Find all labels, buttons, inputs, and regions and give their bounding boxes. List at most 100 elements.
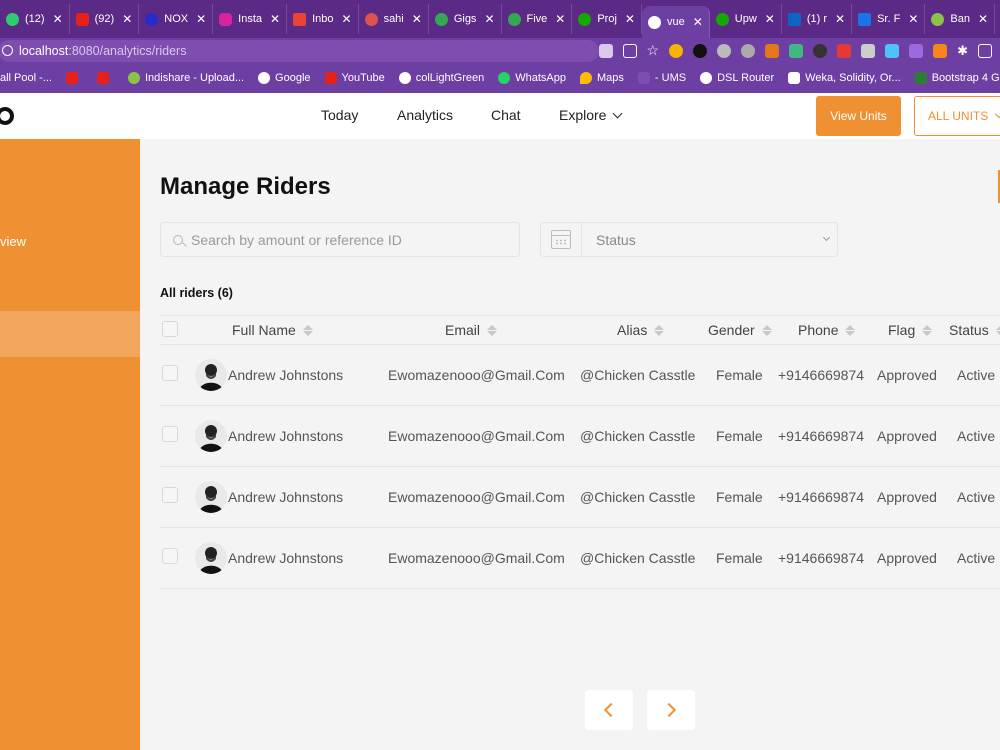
youtube-icon xyxy=(96,72,109,84)
table-row[interactable]: Andrew Johnstons Ewomazenooo@Gmail.Com @… xyxy=(160,406,1000,467)
share-icon[interactable] xyxy=(622,43,637,58)
cell-email: Ewomazenooo@Gmail.Com xyxy=(388,550,565,566)
row-checkbox[interactable] xyxy=(162,426,178,442)
table-row[interactable]: Andrew Johnstons Ewomazenooo@Gmail.Com @… xyxy=(160,345,1000,406)
browser-tab[interactable]: (1) r ✕ xyxy=(782,4,853,34)
extension-icon[interactable] xyxy=(909,43,924,58)
shield-icon[interactable] xyxy=(861,43,876,58)
close-icon[interactable]: ✕ xyxy=(53,12,63,26)
browser-tab[interactable]: Insta ✕ xyxy=(213,4,288,34)
close-icon[interactable]: ✕ xyxy=(484,12,494,26)
close-icon[interactable]: ✕ xyxy=(765,12,775,26)
all-units-dropdown[interactable]: ALL UNITS xyxy=(914,96,1000,136)
column-header-gender[interactable]: Gender xyxy=(708,322,772,338)
app-header: Today Analytics Chat Explore View Units … xyxy=(0,93,1000,139)
vue-devtools-icon[interactable] xyxy=(789,43,804,58)
select-all-checkbox[interactable] xyxy=(162,321,178,337)
column-header-status[interactable]: Status xyxy=(949,322,1000,338)
sort-icon xyxy=(487,324,498,336)
column-header-alias[interactable]: Alias xyxy=(617,322,665,338)
metamask-icon[interactable] xyxy=(933,43,948,58)
metamask-icon[interactable] xyxy=(765,43,780,58)
bookmark[interactable]: Weka, Solidity, Or... xyxy=(788,72,901,84)
extension-icon[interactable] xyxy=(813,43,828,58)
sidebar-item-overview[interactable]: view xyxy=(0,234,26,249)
camera-blocked-icon[interactable] xyxy=(598,43,613,58)
extension-icon[interactable] xyxy=(717,43,732,58)
bookmark[interactable]: WhatsApp xyxy=(498,72,566,84)
close-icon[interactable]: ✕ xyxy=(412,12,422,26)
close-icon[interactable]: ✕ xyxy=(693,15,703,29)
info-icon[interactable] xyxy=(2,45,13,56)
bookmark-icon xyxy=(127,72,140,84)
nav-today[interactable]: Today xyxy=(321,107,358,123)
bookmark[interactable]: colLightGreen xyxy=(398,72,484,84)
close-icon[interactable]: ✕ xyxy=(122,12,132,26)
chevron-down-icon xyxy=(995,109,1000,119)
bookmark[interactable]: DSL Router xyxy=(700,72,774,84)
row-checkbox[interactable] xyxy=(162,365,178,381)
close-icon[interactable]: ✕ xyxy=(342,12,352,26)
browser-tab[interactable]: NOX ✕ xyxy=(139,4,214,34)
close-icon[interactable]: ✕ xyxy=(835,12,845,26)
browser-tab[interactable]: (92) ✕ xyxy=(70,4,140,34)
maps-icon xyxy=(580,72,592,84)
bookmark[interactable]: Maps xyxy=(580,72,624,84)
browser-tab[interactable]: Inbo ✕ xyxy=(287,4,359,34)
star-icon[interactable]: ☆ xyxy=(647,42,660,59)
table-row[interactable]: Andrew Johnstons Ewomazenooo@Gmail.Com @… xyxy=(160,467,1000,528)
sidebar-item-riders-active[interactable] xyxy=(0,311,140,357)
bookmark-youtube[interactable] xyxy=(65,72,83,84)
browser-tab[interactable]: (12) ✕ xyxy=(0,4,70,34)
bookmark[interactable]: Indishare - Upload... xyxy=(127,72,244,84)
bootstrap-icon xyxy=(914,72,927,84)
column-header-flag[interactable]: Flag xyxy=(888,322,933,338)
table-row[interactable]: Andrew Johnstons Ewomazenooo@Gmail.Com @… xyxy=(160,528,1000,589)
vp-extension-icon[interactable] xyxy=(693,43,708,58)
nav-analytics[interactable]: Analytics xyxy=(397,107,453,123)
nav-explore[interactable]: Explore xyxy=(559,107,623,123)
row-checkbox[interactable] xyxy=(162,487,178,503)
browser-tab[interactable]: Proj ✕ xyxy=(572,4,642,34)
browser-tab[interactable]: Five ✕ xyxy=(502,4,573,34)
view-units-button[interactable]: View Units xyxy=(816,96,901,136)
close-icon[interactable]: ✕ xyxy=(978,12,988,26)
extension-icon[interactable] xyxy=(837,43,852,58)
browser-tab[interactable]: sahi ✕ xyxy=(359,4,429,34)
close-icon[interactable]: ✕ xyxy=(270,12,280,26)
browser-tab[interactable]: Sr. F ✕ xyxy=(852,4,926,34)
color-picker-icon[interactable] xyxy=(669,43,684,58)
bookmark-youtube[interactable] xyxy=(96,72,114,84)
next-page-button[interactable] xyxy=(647,690,695,730)
logo[interactable] xyxy=(0,107,14,125)
browser-tab[interactable]: Ban ✕ xyxy=(925,4,996,34)
linkedin-icon xyxy=(787,12,801,26)
previous-page-button[interactable] xyxy=(585,690,633,730)
column-header-full-name[interactable]: Full Name xyxy=(232,322,313,338)
bookmark[interactable]: YouTube xyxy=(324,72,385,84)
search-input[interactable] xyxy=(191,231,511,248)
nav-chat[interactable]: Chat xyxy=(491,107,521,123)
column-header-email[interactable]: Email xyxy=(445,322,498,338)
close-icon[interactable]: ✕ xyxy=(625,12,635,26)
close-icon[interactable]: ✕ xyxy=(555,12,565,26)
extension-icon[interactable] xyxy=(885,43,900,58)
tab-favicon-icon xyxy=(6,12,19,26)
puzzle-icon[interactable]: ✱ xyxy=(957,43,968,59)
browser-tab[interactable]: Upw ✕ xyxy=(710,4,782,34)
extension-icon[interactable] xyxy=(741,43,756,58)
close-icon[interactable]: ✕ xyxy=(196,12,206,26)
bookmark[interactable]: Bootstrap 4 Grid xyxy=(914,72,1000,84)
sidebar-toggle-icon[interactable] xyxy=(978,43,992,58)
search-box[interactable] xyxy=(160,222,520,257)
bookmark[interactable]: all Pool -... xyxy=(0,72,52,84)
bookmark[interactable]: Google xyxy=(258,72,311,84)
url-field[interactable]: localhost:8080/analytics/riders xyxy=(0,39,599,62)
browser-tab[interactable]: Gigs ✕ xyxy=(429,4,502,34)
browser-tab-active[interactable]: vue ✕ xyxy=(641,6,710,38)
bookmark[interactable]: - UMS xyxy=(637,72,686,84)
close-icon[interactable]: ✕ xyxy=(908,12,918,26)
row-checkbox[interactable] xyxy=(162,548,178,564)
status-select[interactable]: Status xyxy=(540,222,838,257)
column-header-phone[interactable]: Phone xyxy=(798,322,856,338)
